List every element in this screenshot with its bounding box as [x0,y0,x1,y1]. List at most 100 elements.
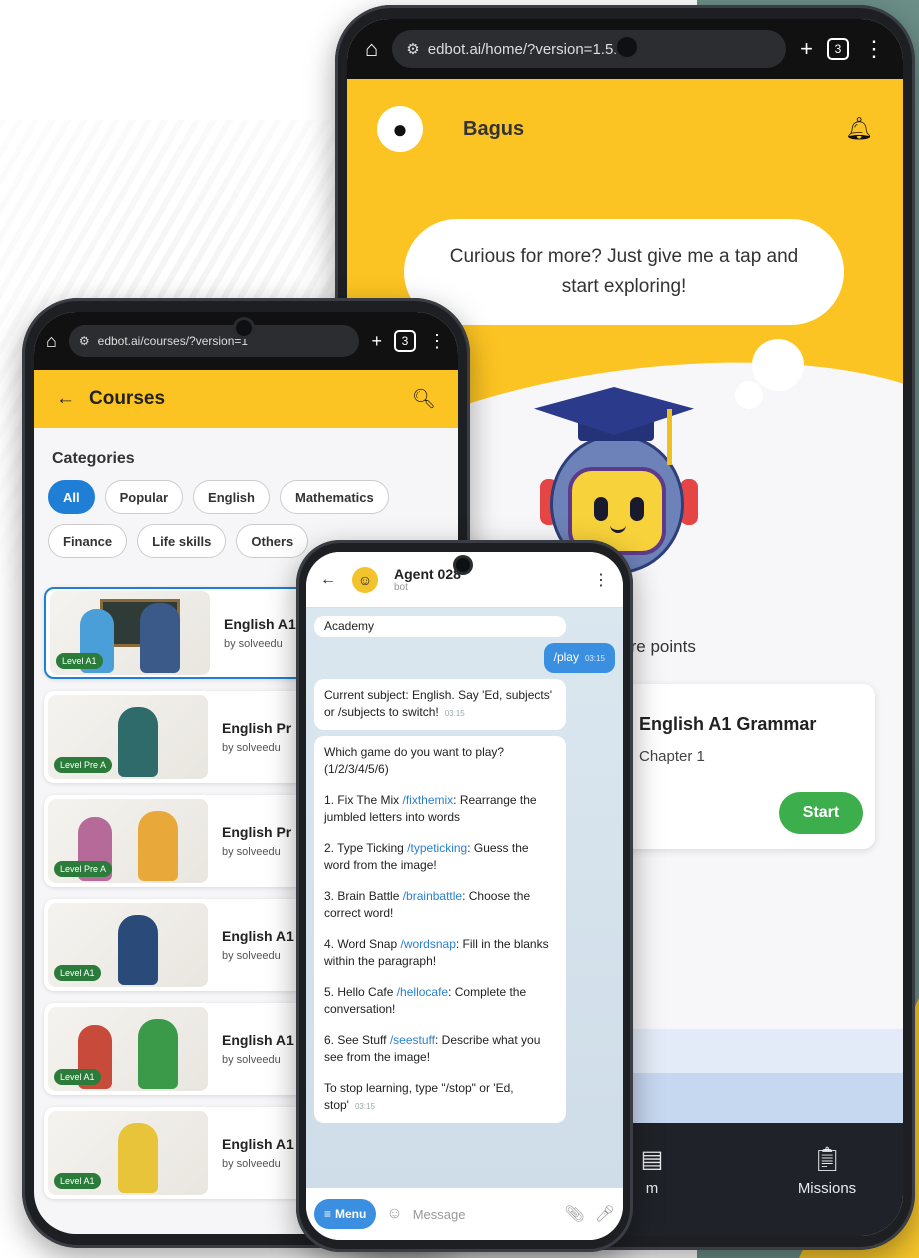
emoji-icon[interactable]: ☺ [386,1205,402,1223]
more-menu-icon[interactable]: ⋮ [428,331,446,352]
speech-bubble[interactable]: Curious for more? Just give me a tap and… [404,219,844,325]
course-thumbnail: Level A1 [50,591,210,675]
start-button[interactable]: Start [779,792,863,834]
more-menu-icon[interactable]: ⋮ [593,570,609,590]
chat-screen: ← ☺ Agent 028 bot ⋮ Academy /play 03:15 C… [306,552,623,1240]
course-thumbnail: Level A1 [48,1111,208,1195]
bot-avatar[interactable]: ☺ [352,566,378,593]
camera-notch [617,37,637,57]
games-intro: Which game do you want to play? (1/2/3/4… [324,745,505,776]
course-title: English A1 Grammar [639,714,817,734]
message-games-list: Which game do you want to play? (1/2/3/4… [314,736,566,1123]
course-thumbnail: Level A1 [48,1007,208,1091]
command-link[interactable]: /hellocafe [397,985,448,999]
robot-eye-right [630,497,644,521]
person-illustration [118,1123,158,1193]
home-header: ● Bagus 🔔︎ [347,79,903,179]
game-option: 5. Hello Cafe /hellocafe: Complete the c… [324,985,527,1016]
continue-course-card[interactable]: English A1 Grammar Chapter 1 Start [607,684,875,849]
attach-icon[interactable]: 📎︎ [564,1204,584,1224]
nav-missions-label: Missions [797,1180,857,1197]
url-text: edbot.ai/home/?version=1.5.7 [427,40,626,58]
message-time: 03:15 [354,1102,376,1111]
person-illustration [138,1019,178,1089]
game-option: 2. Type Ticking /typeticking: Guess the … [324,841,529,872]
person-illustration [118,707,158,777]
url-field[interactable]: ⚙ edbot.ai/courses/?version=1 [68,325,360,357]
chip-finance[interactable]: Finance [48,524,128,558]
more-menu-icon[interactable]: ⋮ [863,36,885,62]
command-link[interactable]: /fixthemix [402,793,453,807]
thought-dot-small [735,381,763,409]
chip-mathematics[interactable]: Mathematics [279,480,389,514]
chat-title: Agent 028 [394,566,461,582]
game-option: 3. Brain Battle /brainbattle: Choose the… [324,889,531,920]
robot-mouth [610,525,626,533]
game-option: 4. Word Snap /wordsnap: Fill in the blan… [324,937,549,968]
url-field[interactable]: ⚙ edbot.ai/home/?version=1.5.7 [392,30,787,68]
search-icon[interactable]: 🔍︎ [412,387,436,411]
courses-app-bar: ← Courses 🔍︎ [34,370,458,428]
tab-count-button[interactable]: 3 [827,38,849,60]
command-link[interactable]: /typeticking [407,841,467,855]
url-text: edbot.ai/courses/?version=1 [97,334,249,348]
home-icon[interactable]: ⌂ [46,331,57,352]
site-settings-icon[interactable]: ⚙ [406,40,419,58]
camera-notch [236,320,252,336]
cap-tassel [667,409,672,465]
chip-popular[interactable]: Popular [104,480,184,514]
course-chapter: Chapter 1 [639,748,705,765]
course-title: English A1 [222,928,294,944]
chat-messages: Academy /play 03:15 Current subject: Engl… [306,608,623,1188]
level-badge: Level A1 [54,1069,101,1085]
chip-others[interactable]: Others [236,524,309,558]
command-link[interactable]: /wordsnap [401,937,456,951]
course-title: English Pr [222,824,292,840]
course-title: English A1 [222,1032,294,1048]
menu-icon: ≡ [324,1207,332,1221]
course-title: English Pr [222,720,292,736]
person-illustration [140,603,180,673]
message-text: Academy [324,619,375,633]
home-icon[interactable]: ⌂ [365,36,378,62]
course-author: by solveedu [222,742,281,754]
game-option: 6. See Stuff /seestuff: Describe what yo… [324,1033,541,1064]
stop-instruction: To stop learning, type "/stop" or 'Ed, s… [324,1081,514,1112]
command-link[interactable]: /brainbattle [403,889,462,903]
message-time: 03:15 [584,654,605,663]
bell-icon[interactable]: 🔔︎ [845,116,873,142]
level-badge: Level Pre A [54,757,113,773]
level-badge: Level Pre A [54,861,113,877]
course-thumbnail: Level A1 [48,903,208,987]
new-tab-icon[interactable]: + [800,36,813,62]
message-sent: /play 03:15 [543,643,615,673]
course-author: by solveedu [222,950,281,962]
message-text: /play [553,650,579,664]
site-settings-icon[interactable]: ⚙ [79,334,90,348]
course-thumbnail: Level Pre A [48,695,208,779]
chat-phone: ← ☺ Agent 028 bot ⋮ Academy /play 03:15 C… [296,540,633,1252]
level-badge: Level A1 [54,965,101,981]
message-composer: ≡ Menu ☺ Message 📎︎ 🎤︎ [306,1188,623,1240]
person-illustration [118,915,158,985]
menu-button[interactable]: ≡ Menu [314,1199,377,1229]
chip-all[interactable]: All [48,480,95,514]
course-thumbnail: Level Pre A [48,799,208,883]
back-arrow-icon[interactable]: ← [56,388,75,410]
chip-life-skills[interactable]: Life skills [137,524,227,558]
new-tab-icon[interactable]: + [371,331,382,352]
back-arrow-icon[interactable]: ← [320,571,336,589]
course-title: English A1 [224,616,296,632]
command-link[interactable]: /seestuff [390,1033,435,1047]
message-text: Current subject: English. Say 'Ed, subje… [324,688,553,719]
nav-item-missions[interactable]: 📋︎ Missions [772,1145,882,1197]
microphone-icon[interactable]: 🎤︎ [595,1204,615,1224]
game-option: 1. Fix The Mix /fixthemix: Rearrange the… [324,793,537,824]
avatar[interactable]: ● [377,106,423,152]
chip-english[interactable]: English [193,480,270,514]
course-author: by solveedu [222,1158,281,1170]
message-time: 03:15 [444,709,465,718]
tab-count-button[interactable]: 3 [394,330,416,352]
menu-label: Menu [335,1207,367,1221]
message-input[interactable]: Message [413,1207,555,1222]
